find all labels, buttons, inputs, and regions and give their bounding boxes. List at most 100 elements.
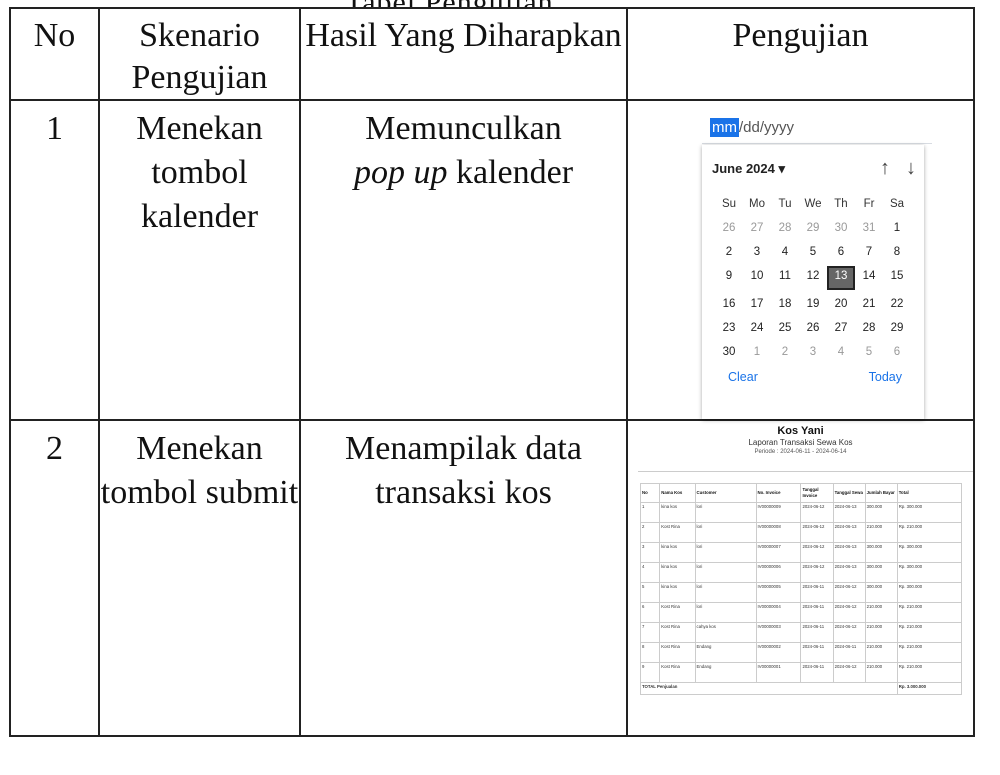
report-row: 5 kina kos lori IV00000005 2024-06-11 2024-06… (639, 582, 963, 603)
calendar-day[interactable]: 29 (799, 218, 827, 238)
calendar-day[interactable]: 2 (715, 242, 743, 262)
calendar-day[interactable]: 14 (855, 266, 883, 286)
calendar-day[interactable]: 2 (771, 342, 799, 362)
calendar-day[interactable]: 15 (883, 266, 911, 286)
report-cell: kina kos (659, 582, 696, 603)
row2-test: Kos Yani Laporan Transaksi Sewa Kos Peri… (626, 419, 975, 737)
header-row: No Skenario Pengujian Hasil Yang Diharap… (9, 7, 975, 101)
report-cell: kina kos (659, 502, 696, 523)
report-header-row: No Nama Kos Customer No. Invoice Tanggal Inv… (639, 483, 963, 503)
calendar-day[interactable]: 31 (855, 218, 883, 238)
date-input[interactable]: mm /dd/yyyy (702, 111, 932, 144)
calendar-day[interactable]: 10 (743, 266, 771, 286)
calendar-day[interactable]: 30 (715, 342, 743, 362)
report-row: 6 Kost Rina lori IV00000004 2024-06-11 2024-0… (639, 602, 963, 623)
calendar-day[interactable]: 20 (827, 294, 855, 314)
report-cell: 210.000 (864, 642, 898, 663)
clear-button[interactable]: Clear (728, 370, 758, 384)
row2-scenario: Menekan tombol submit (98, 419, 301, 737)
calendar-day[interactable]: 21 (855, 294, 883, 314)
calendar-day[interactable]: 28 (771, 218, 799, 238)
datepicker-screenshot: mm /dd/yyyy June 2024 ▾ ↑ ↓ Su Mo Tu We Th Fr S… (628, 101, 973, 419)
calendar-day[interactable]: 13 (827, 266, 855, 290)
report-cell: 2024-06-12 (800, 522, 834, 543)
calendar-day[interactable]: 9 (715, 266, 743, 286)
month-select[interactable]: June 2024 ▾ (712, 161, 785, 177)
calendar-day[interactable]: 19 (799, 294, 827, 314)
calendar-day[interactable]: 11 (771, 266, 799, 286)
report-cell: 210.000 (864, 522, 898, 543)
calendar-day[interactable]: 5 (799, 242, 827, 262)
arrow-up-icon[interactable]: ↑ (880, 157, 890, 179)
report-cell: IV00000009 (755, 502, 802, 523)
report-cell: 2024-06-12 (800, 502, 834, 523)
calendar-day[interactable]: 3 (743, 242, 771, 262)
report-cell: 300.000 (864, 502, 898, 523)
calendar-day[interactable]: 28 (855, 318, 883, 338)
report-cell: cahya kos (694, 622, 757, 643)
report-cell: lori (694, 602, 757, 623)
calendar-day[interactable]: 25 (771, 318, 799, 338)
report-cell: Kost Rina (659, 662, 696, 683)
report-cell: IV00000006 (755, 562, 802, 583)
header-test: Pengujian (626, 7, 975, 101)
calendar-day[interactable]: 1 (743, 342, 771, 362)
test-table: No Skenario Pengujian Hasil Yang Diharap… (9, 7, 975, 737)
report-cell: 3 (639, 542, 661, 563)
calendar-day[interactable]: 12 (799, 266, 827, 286)
weekday-label: Mo (749, 198, 765, 210)
report-column-header: Tanggal Sewa (832, 483, 866, 503)
report-cell: 2024-06-13 (832, 522, 866, 543)
row1-scenario: Menekan tombol kalender (98, 99, 301, 421)
calendar-day[interactable]: 8 (883, 242, 911, 262)
calendar-day[interactable]: 4 (771, 242, 799, 262)
report-cell: 210.000 (864, 602, 898, 623)
calendar-day[interactable]: 27 (743, 218, 771, 238)
calendar-day[interactable]: 5 (855, 342, 883, 362)
calendar-day[interactable]: 26 (715, 218, 743, 238)
calendar-day[interactable]: 23 (715, 318, 743, 338)
report-cell: 1 (639, 502, 661, 523)
today-button[interactable]: Today (869, 370, 902, 384)
report-cell: lori (694, 502, 757, 523)
report-column-header: Total (896, 483, 963, 503)
weekday-label: Sa (889, 198, 905, 210)
calendar-day[interactable]: 27 (827, 318, 855, 338)
calendar-day[interactable]: 18 (771, 294, 799, 314)
report-cell: 2024-06-12 (832, 662, 866, 683)
row1-expected: Memunculkan pop up kalender (299, 99, 628, 421)
report-cell: IV00000003 (755, 622, 802, 643)
report-total-row: TOTAL Penjualan Rp. 3.000.000 (640, 682, 963, 695)
report-cell: Rp. 210.000 (896, 602, 963, 623)
arrow-down-icon[interactable]: ↓ (906, 157, 916, 179)
report-cell: 210.000 (864, 662, 898, 683)
calendar-day[interactable]: 26 (799, 318, 827, 338)
calendar-day[interactable]: 30 (827, 218, 855, 238)
report-cell: 2024-06-13 (832, 502, 866, 523)
calendar-day[interactable]: 3 (799, 342, 827, 362)
calendar-day[interactable]: 17 (743, 294, 771, 314)
report-cell: lori (694, 582, 757, 603)
calendar-day[interactable]: 6 (827, 242, 855, 262)
report-cell: 300.000 (864, 562, 898, 583)
calendar-day[interactable]: 4 (827, 342, 855, 362)
report-cell: Rp. 210.000 (896, 522, 963, 543)
calendar-day[interactable]: 22 (883, 294, 911, 314)
report-subtitle: Laporan Transaksi Sewa Kos (748, 438, 853, 447)
calendar-day[interactable]: 16 (715, 294, 743, 314)
calendar-day[interactable]: 1 (883, 218, 911, 238)
report-cell: 300.000 (864, 582, 898, 603)
calendar-day[interactable]: 7 (855, 242, 883, 262)
report-cell: Rp. 300.000 (896, 562, 963, 583)
row2-no: 2 (9, 419, 100, 737)
row1-expected-em: pop up (353, 154, 448, 191)
report-cell: 2024-06-11 (800, 622, 834, 643)
report-cell: 2024-06-11 (800, 582, 834, 603)
row2-expected: Menampilak data transaksi kos (299, 419, 628, 737)
report-cell: 7 (639, 622, 661, 643)
report-cell: kina kos (659, 562, 696, 583)
calendar-day[interactable]: 29 (883, 318, 911, 338)
calendar-day[interactable]: 6 (883, 342, 911, 362)
report-cell: kina kos (659, 542, 696, 563)
calendar-day[interactable]: 24 (743, 318, 771, 338)
